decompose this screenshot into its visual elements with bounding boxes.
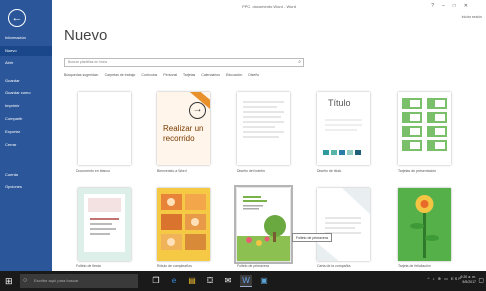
template-caption: Diseño del boletín (237, 169, 266, 173)
window-controls[interactable]: ?–□✕ (431, 3, 476, 9)
backstage-sidebar: ← Información Nuevo Abrir Guardar Guardar co… (0, 0, 52, 271)
suggested-link[interactable]: Educación (226, 73, 242, 77)
sidebar-item[interactable]: Abrir (0, 58, 52, 68)
search-icon[interactable]: ⌕ (298, 59, 301, 66)
sidebar-item[interactable]: Opciones (0, 182, 52, 192)
template-business-cards[interactable] (398, 92, 451, 165)
arrow-right-icon: → (189, 102, 206, 119)
task-view-icon[interactable]: ❐ (150, 275, 162, 287)
word-icon[interactable]: W (240, 275, 252, 287)
edge-browser-icon[interactable]: e (168, 275, 180, 287)
close-icon[interactable]: ✕ (464, 3, 476, 9)
template-blank-document[interactable] (78, 92, 131, 165)
notification-icon[interactable]: ▢ (478, 277, 484, 284)
system-tray[interactable]: ^ ♪ ⊕ ▭ ESP (428, 276, 462, 281)
sidebar-item[interactable]: Guardar como (0, 88, 52, 98)
store-icon[interactable]: ⛋ (204, 275, 216, 287)
business-cards-preview (402, 98, 447, 151)
template-caption: Diseño de título (317, 169, 342, 173)
sidebar-item[interactable]: Información (0, 33, 52, 43)
sidebar-item[interactable]: Imprimir (0, 101, 52, 111)
photos-icon[interactable]: ▣ (258, 275, 270, 287)
sidebar-item[interactable]: Nuevo (0, 46, 52, 56)
sidebar-item[interactable]: Cerrar (0, 140, 52, 150)
document-lines-icon (243, 101, 284, 138)
template-lines[interactable] (237, 92, 290, 165)
template-letter[interactable] (317, 188, 370, 261)
template-caption: Folleto de primavera (237, 264, 269, 268)
template-caption: Bienvenido a Word (157, 169, 187, 173)
template-photos[interactable] (157, 188, 210, 261)
template-caption: Carta de la compañía (317, 264, 351, 268)
flower-card-preview (410, 195, 439, 258)
sidebar-item[interactable]: Exportar (0, 127, 52, 137)
suggested-link[interactable]: Carpetas de trabajo (105, 73, 136, 77)
template-search-input[interactable]: Buscar plantillas en línea ⌕ (64, 58, 304, 67)
template-flyer[interactable] (78, 188, 131, 261)
template-caption: Folleto de fiesta (76, 264, 101, 268)
suggested-label: Búsquedas sugeridas: (64, 73, 99, 77)
tour-text: Realizar un recorrido (163, 124, 204, 143)
clock[interactable]: 9:20 a. m. 5/5/2017 (460, 275, 476, 285)
spring-flyer-preview (237, 196, 290, 261)
template-caption: Rótulo de cumpleaños (157, 264, 192, 268)
flyer-preview (84, 194, 125, 252)
window-title: PPC. documento Word - Word (242, 4, 296, 9)
template-caption: Tarjeta de felicitación (398, 264, 431, 268)
taskbar-search-placeholder: Escribe aquí para buscar (34, 278, 79, 283)
sign-in-link[interactable]: Iniciar sesión (462, 15, 482, 19)
clock-date: 5/5/2017 (462, 280, 476, 284)
template-welcome-tour[interactable]: → Realizar un recorrido (157, 92, 210, 165)
suggested-link[interactable]: Calendarios (201, 73, 220, 77)
sidebar-item[interactable]: Cuenta (0, 170, 52, 180)
taskbar: ⊞ ○ Escribe aquí para buscar ❐ e ▤ ⛋ ✉ W… (0, 271, 486, 291)
template-tooltip: Folleto de primavera (292, 233, 332, 242)
suggested-link[interactable]: Personal (163, 73, 177, 77)
title-template-decoration (323, 119, 362, 155)
help-icon[interactable]: ? (431, 3, 442, 9)
minimize-icon[interactable]: – (442, 3, 453, 9)
template-greeting-card[interactable] (398, 188, 451, 261)
cortana-icon: ○ (23, 277, 28, 284)
template-title[interactable]: Título (317, 92, 370, 165)
letter-preview (317, 188, 370, 261)
back-arrow-icon[interactable]: ← (8, 9, 26, 27)
search-placeholder: Buscar plantillas en línea (68, 60, 107, 64)
template-caption: Documento en blanco (76, 169, 111, 173)
sidebar-item[interactable]: Compartir (0, 114, 52, 124)
suggested-link[interactable]: Tarjetas (183, 73, 195, 77)
suggested-link[interactable]: Diseño (248, 73, 259, 77)
maximize-icon[interactable]: □ (453, 3, 464, 9)
suggested-link[interactable]: Currículos (141, 73, 157, 77)
page-title: Nuevo (64, 27, 108, 44)
taskbar-search-box[interactable]: ○ Escribe aquí para buscar (20, 274, 138, 288)
file-explorer-icon[interactable]: ▤ (186, 275, 198, 287)
template-caption: Tarjetas de presentación (398, 169, 437, 173)
mail-icon[interactable]: ✉ (222, 275, 234, 287)
title-bar: PPC. documento Word - Word ?–□✕ (52, 0, 486, 14)
photo-collage-preview (161, 194, 206, 250)
template-spring-flyer[interactable] (234, 185, 293, 264)
windows-start-icon[interactable]: ⊞ (5, 276, 15, 286)
suggested-searches: Búsquedas sugeridas: Carpetas de trabajo… (64, 73, 264, 77)
sidebar-item[interactable]: Guardar (0, 76, 52, 86)
